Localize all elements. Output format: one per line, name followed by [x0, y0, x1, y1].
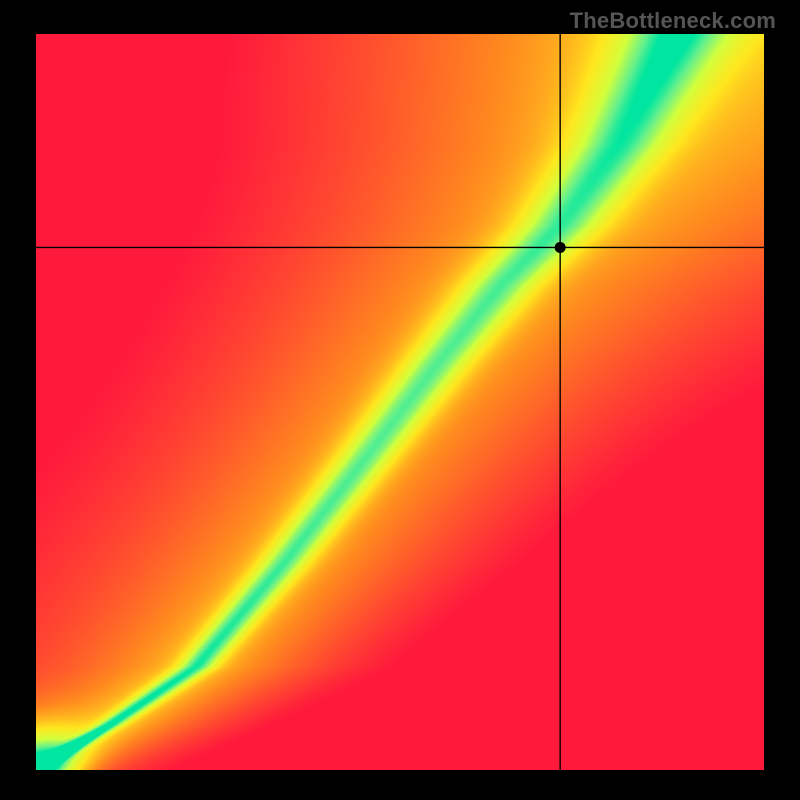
- chart-frame: TheBottleneck.com: [0, 0, 800, 800]
- watermark-text: TheBottleneck.com: [570, 8, 776, 34]
- plot-area: [36, 34, 764, 770]
- heatmap-canvas: [36, 34, 764, 770]
